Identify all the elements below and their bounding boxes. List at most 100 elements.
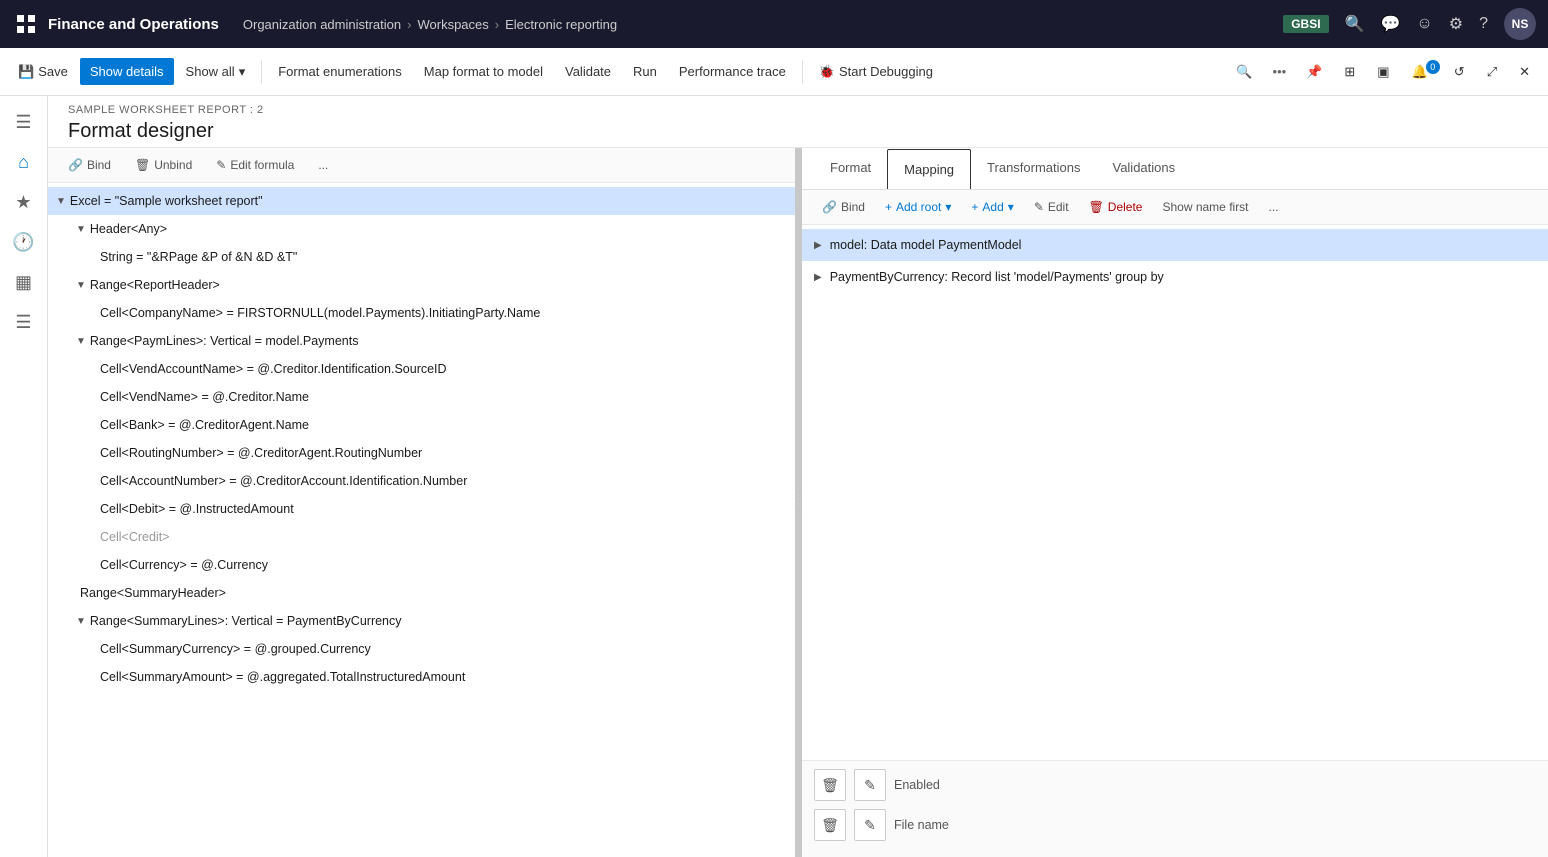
map-text-model: model: Data model PaymentModel xyxy=(830,238,1022,252)
pin-button[interactable]: 📌 xyxy=(1296,58,1332,86)
message-icon[interactable]: 💬 xyxy=(1380,14,1400,34)
compare-button[interactable]: ⊞ xyxy=(1334,58,1365,86)
avatar[interactable]: NS xyxy=(1504,8,1536,40)
tree-item-cell-vend-name[interactable]: Cell<VendName> = @.Creditor.Name xyxy=(48,383,795,411)
bell-button[interactable]: 🔔0 xyxy=(1402,58,1442,86)
save-button[interactable]: 💾 Save xyxy=(8,58,78,86)
tree-item-range-paymlines[interactable]: ▼ Range<PaymLines>: Vertical = model.Pay… xyxy=(48,327,795,355)
delete-button[interactable]: 🗑 Delete xyxy=(1081,196,1151,218)
page-header: SAMPLE WORKSHEET REPORT : 2 Format desig… xyxy=(48,96,1548,148)
search-icon[interactable]: 🔍 xyxy=(1345,14,1365,34)
main-layout: ☰ ⌂ ★ 🕐 ▦ ☰ SAMPLE WORKSHEET REPORT : 2 … xyxy=(0,96,1548,857)
tree-item-cell-bank[interactable]: Cell<Bank> = @.CreditorAgent.Name xyxy=(48,411,795,439)
breadcrumb-workspaces[interactable]: Workspaces xyxy=(417,17,488,32)
tree-text-bank: Cell<Bank> = @.CreditorAgent.Name xyxy=(100,418,309,432)
nav-icons: GBSI 🔍 💬 ☺ ⚙ ? NS xyxy=(1283,8,1536,40)
add-root-chevron: ▾ xyxy=(945,200,951,214)
unbind-button[interactable]: 🗑 Unbind xyxy=(127,154,200,176)
tree-item-cell-summary-amount[interactable]: Cell<SummaryAmount> = @.aggregated.Total… xyxy=(48,663,795,691)
settings-icon[interactable]: ⚙ xyxy=(1449,14,1463,34)
map-format-to-model-button[interactable]: Map format to model xyxy=(414,58,553,85)
bug-icon: 🐞 xyxy=(819,64,835,80)
pencil-icon: ✎ xyxy=(216,158,226,172)
run-button[interactable]: Run xyxy=(623,58,667,85)
bind-button[interactable]: 🔗 Bind xyxy=(60,154,119,176)
chevron-down-icon: ▾ xyxy=(239,64,246,80)
tree-item-range-report-header[interactable]: ▼ Range<ReportHeader> xyxy=(48,271,795,299)
trash-small-icon: 🗑 xyxy=(135,158,150,172)
tree-text-routing: Cell<RoutingNumber> = @.CreditorAgent.Ro… xyxy=(100,446,422,460)
split-panel: 🔗 Bind 🗑 Unbind ✎ Edit formula ... xyxy=(48,148,1548,857)
tree-item-cell-credit[interactable]: Cell<Credit> xyxy=(48,523,795,551)
tab-transformations[interactable]: Transformations xyxy=(971,148,1096,189)
mapping-panel: Format Mapping Transformations Validatio… xyxy=(802,148,1548,857)
panel-button[interactable]: ▣ xyxy=(1367,58,1399,86)
trash-map-icon: 🗑 xyxy=(1089,200,1104,214)
sidebar-recent-icon[interactable]: 🕐 xyxy=(6,224,42,260)
add-button[interactable]: + Add ▾ xyxy=(963,196,1021,218)
sidebar-list-icon[interactable]: ☰ xyxy=(6,304,42,340)
sidebar-star-icon[interactable]: ★ xyxy=(6,184,42,220)
sidebar-table-icon[interactable]: ▦ xyxy=(6,264,42,300)
map-item-payment-by-currency[interactable]: ▶ PaymentByCurrency: Record list 'model/… xyxy=(802,261,1548,293)
map-bind-button[interactable]: 🔗 Bind xyxy=(814,196,873,218)
toolbar-search-button[interactable]: 🔍 xyxy=(1226,58,1262,86)
edit-formula-button[interactable]: ✎ Edit formula xyxy=(208,154,302,176)
tree-item-cell-account[interactable]: Cell<AccountNumber> = @.CreditorAccount.… xyxy=(48,467,795,495)
tree-item-cell-routing[interactable]: Cell<RoutingNumber> = @.CreditorAgent.Ro… xyxy=(48,439,795,467)
left-sidebar: ☰ ⌂ ★ 🕐 ▦ ☰ xyxy=(0,96,48,857)
app-title: Finance and Operations xyxy=(48,16,219,33)
enabled-label: Enabled xyxy=(894,778,940,792)
tab-format[interactable]: Format xyxy=(814,148,887,189)
prop-row-enabled: 🗑 ✎ Enabled xyxy=(814,769,1536,801)
breadcrumb-reporting[interactable]: Electronic reporting xyxy=(505,17,617,32)
format-panel-toolbar: 🔗 Bind 🗑 Unbind ✎ Edit formula ... xyxy=(48,148,795,183)
enabled-delete-button[interactable]: 🗑 xyxy=(814,769,846,801)
format-enumerations-button[interactable]: Format enumerations xyxy=(268,58,412,85)
filename-edit-button[interactable]: ✎ xyxy=(854,809,886,841)
add-root-button[interactable]: + Add root ▾ xyxy=(877,196,959,218)
tree-item-cell-debit[interactable]: Cell<Debit> = @.InstructedAmount xyxy=(48,495,795,523)
show-all-button[interactable]: Show all ▾ xyxy=(176,58,256,86)
tab-mapping[interactable]: Mapping xyxy=(887,149,971,189)
toolbar-more[interactable]: ••• xyxy=(1265,60,1295,83)
refresh-button[interactable]: ↺ xyxy=(1444,58,1475,86)
start-debugging-button[interactable]: 🐞 Start Debugging xyxy=(809,58,943,86)
close-button[interactable]: ✕ xyxy=(1509,58,1540,86)
app-grid-icon[interactable] xyxy=(12,10,40,38)
help-icon[interactable]: ? xyxy=(1479,15,1488,33)
edit-button[interactable]: ✎ Edit xyxy=(1026,196,1077,218)
tree-item-string[interactable]: String = "&RPage &P of &N &D &T" xyxy=(48,243,795,271)
expand-button[interactable]: ⤢ xyxy=(1477,58,1507,86)
bottom-section: 🗑 ✎ Enabled 🗑 ✎ File name xyxy=(802,760,1548,857)
tree-item-cell-currency[interactable]: Cell<Currency> = @.Currency xyxy=(48,551,795,579)
tree-item-range-summary-header[interactable]: Range<SummaryHeader> xyxy=(48,579,795,607)
tab-validations[interactable]: Validations xyxy=(1096,148,1191,189)
filename-delete-button[interactable]: 🗑 xyxy=(814,809,846,841)
add-chevron: ▾ xyxy=(1008,200,1014,214)
mapping-more-button[interactable]: ... xyxy=(1261,196,1287,218)
tree-text-range-rh: Range<ReportHeader> xyxy=(90,278,220,292)
map-item-model[interactable]: ▶ model: Data model PaymentModel xyxy=(802,229,1548,261)
tree-item-cell-summary-currency[interactable]: Cell<SummaryCurrency> = @.grouped.Curren… xyxy=(48,635,795,663)
breadcrumb-org[interactable]: Organization administration xyxy=(243,17,401,32)
mapping-tabs: Format Mapping Transformations Validatio… xyxy=(802,148,1548,190)
format-more-button[interactable]: ... xyxy=(310,154,336,176)
org-badge: GBSI xyxy=(1283,15,1328,33)
enabled-edit-button[interactable]: ✎ xyxy=(854,769,886,801)
validate-button[interactable]: Validate xyxy=(555,58,621,85)
sidebar-hamburger-icon[interactable]: ☰ xyxy=(6,104,42,140)
tree-item-header[interactable]: ▼ Header<Any> xyxy=(48,215,795,243)
tree-item-cell-vend-account[interactable]: Cell<VendAccountName> = @.Creditor.Ident… xyxy=(48,355,795,383)
format-tree: ▼ Excel = "Sample worksheet report" ▼ He… xyxy=(48,183,795,857)
show-name-first-button[interactable]: Show name first xyxy=(1154,196,1256,218)
smiley-icon[interactable]: ☺ xyxy=(1416,15,1432,33)
tree-text-vend-account: Cell<VendAccountName> = @.Creditor.Ident… xyxy=(100,362,447,376)
show-details-button[interactable]: Show details xyxy=(80,58,174,85)
performance-trace-button[interactable]: Performance trace xyxy=(669,58,796,85)
tree-item-range-summary-lines[interactable]: ▼ Range<SummaryLines>: Vertical = Paymen… xyxy=(48,607,795,635)
tree-item-excel[interactable]: ▼ Excel = "Sample worksheet report" xyxy=(48,187,795,215)
tree-text-excel: Excel = "Sample worksheet report" xyxy=(70,194,263,208)
sidebar-home-icon[interactable]: ⌂ xyxy=(6,144,42,180)
tree-item-cell-company[interactable]: Cell<CompanyName> = FIRSTORNULL(model.Pa… xyxy=(48,299,795,327)
